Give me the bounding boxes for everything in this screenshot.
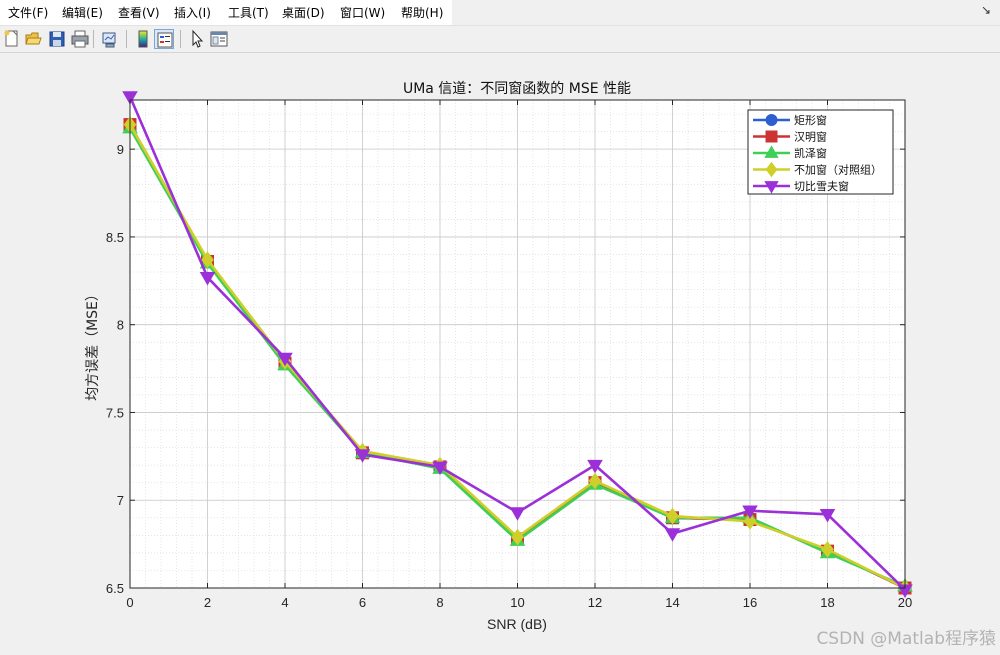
x-tick-label: 20 (898, 595, 912, 610)
x-tick-label: 6 (359, 595, 366, 610)
x-tick-label: 12 (588, 595, 602, 610)
y-tick-label: 7.5 (106, 405, 124, 420)
x-tick-label: 16 (743, 595, 757, 610)
link-plot-button[interactable] (100, 29, 120, 49)
x-axis-label: SNR (dB) (487, 616, 547, 632)
legend-label: 矩形窗 (794, 113, 827, 127)
y-tick-label: 7 (117, 493, 124, 508)
menu-window[interactable]: 窗口(W) (340, 4, 385, 21)
new-figure-button[interactable] (2, 29, 22, 49)
legend-label: 凯泽窗 (794, 146, 827, 160)
y-axis-label: 均方误差（MSE） (85, 287, 101, 401)
print-icon (71, 30, 89, 48)
toolbar-separator (93, 30, 94, 48)
property-editor-icon (210, 31, 228, 47)
figure-canvas: 0 2 4 6 8 10 12 14 16 18 20 6.5 7 7.5 8 8.5 9 UMa 信道：不同窗… (0, 54, 1000, 655)
x-tick-label: 14 (665, 595, 679, 610)
dock-figure-icon[interactable]: ↘ (981, 3, 991, 17)
x-tick-label: 8 (436, 595, 443, 610)
menu-desktop[interactable]: 桌面(D) (282, 4, 325, 21)
colorbar-icon (138, 30, 148, 48)
menu-file[interactable]: 文件(F) (8, 4, 48, 21)
legend-button[interactable] (154, 29, 174, 49)
new-figure-icon (4, 30, 18, 47)
x-tick-label: 10 (510, 595, 524, 610)
chart-title: UMa 信道：不同窗函数的 MSE 性能 (403, 80, 631, 97)
menu-view[interactable]: 查看(V) (118, 4, 160, 21)
menu-tools[interactable]: 工具(T) (228, 4, 269, 21)
legend-icon (157, 32, 173, 48)
menu-list: 文件(F) 编辑(E) 查看(V) 插入(I) 工具(T) 桌面(D) 窗口(W) 帮助(H) (0, 0, 452, 25)
pointer-button[interactable] (187, 29, 207, 49)
x-tick-label: 2 (204, 595, 211, 610)
x-tick-label: 4 (281, 595, 288, 610)
y-tick-label: 6.5 (106, 581, 124, 596)
x-tick-label: 18 (820, 595, 834, 610)
save-button[interactable] (47, 29, 67, 49)
menu-bar: 文件(F) 编辑(E) 查看(V) 插入(I) 工具(T) 桌面(D) 窗口(W) 帮助(H)… (0, 0, 1000, 26)
colorbar-button[interactable] (133, 29, 153, 49)
legend-label: 切比雪夫窗 (794, 179, 849, 193)
link-plot-icon (102, 32, 116, 48)
y-tick-label: 8 (117, 318, 124, 333)
legend-marker (765, 114, 778, 126)
print-button[interactable] (70, 29, 90, 49)
menu-edit[interactable]: 编辑(E) (62, 4, 103, 21)
open-file-button[interactable] (24, 29, 44, 49)
chart: 0 2 4 6 8 10 12 14 16 18 20 6.5 7 7.5 8 8.5 9 UMa 信道：不同窗… (85, 80, 913, 632)
y-tick-label: 9 (117, 142, 124, 157)
menu-help[interactable]: 帮助(H) (401, 4, 443, 21)
x-tick-label: 0 (126, 595, 133, 610)
toolbar-separator (126, 30, 127, 48)
pointer-icon (192, 29, 204, 48)
y-tick-label: 8.5 (106, 230, 124, 245)
legend-marker (765, 130, 778, 143)
watermark-text: CSDN @Matlab程序猿 (816, 629, 996, 649)
toolbar-separator (180, 30, 181, 48)
legend[interactable]: 矩形窗汉明窗凯泽窗不加窗（对照组） 切比雪夫窗 (747, 109, 894, 195)
property-editor-button[interactable] (209, 29, 229, 49)
open-file-icon (25, 32, 42, 45)
save-icon (49, 31, 65, 47)
legend-label: 不加窗（对照组） (794, 163, 882, 177)
figure-toolbar (0, 26, 1000, 53)
legend-label: 汉明窗 (794, 130, 827, 144)
menu-insert[interactable]: 插入(I) (174, 4, 211, 21)
